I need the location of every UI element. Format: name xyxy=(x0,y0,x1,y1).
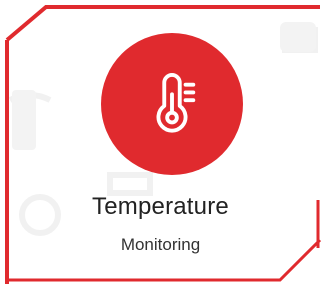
thermometer-icon xyxy=(156,73,196,133)
card-title: Temperature xyxy=(92,193,229,220)
card-subtitle: Monitoring xyxy=(120,235,201,254)
icon-badge xyxy=(101,33,243,175)
temperature-monitoring-card[interactable]: Temperature Monitoring xyxy=(0,0,321,284)
